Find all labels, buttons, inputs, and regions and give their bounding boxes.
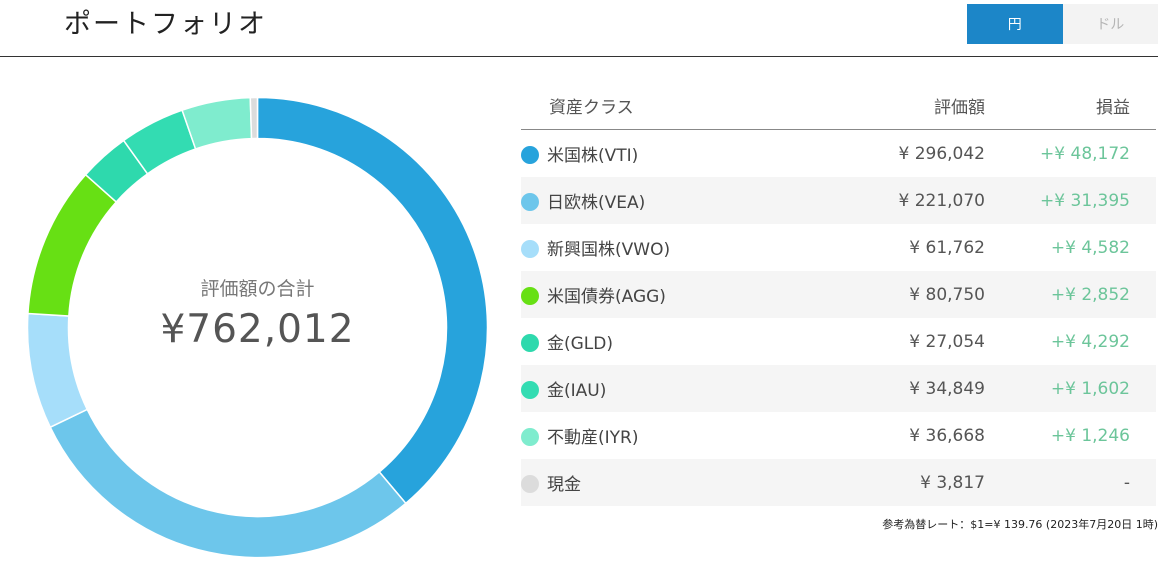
page-title: ポートフォリオ [64,9,267,40]
table-row: 金(IAU) ¥ 34,849 +¥ 1,602 [521,365,1156,412]
asset-value: ¥ 36,668 [909,425,985,446]
asset-name: 米国株(VTI) [547,146,639,166]
currency-dollar-button[interactable]: ドル [1062,4,1158,44]
asset-name: 新興国株(VWO) [547,240,671,260]
total-value-label: 評価額の合計 [200,277,315,300]
allocation-donut-chart: 評価額の合計 ¥762,012 [27,97,488,558]
asset-value: ¥ 221,070 [815,177,985,224]
holdings-table: 資産クラス 評価額 損益 米国株(VTI) ¥ 296,042 +¥ 48,172 日… [521,81,1156,506]
total-value: ¥762,012 [160,306,355,352]
legend-dot-icon [521,287,539,305]
asset-name-cell: 金(IAU) [521,365,815,412]
asset-name-cell: 現金 [521,459,815,506]
column-header-value: 評価額 [815,81,985,130]
asset-profit-loss: +¥ 1,602 [985,365,1156,412]
currency-toggle: 円 ドル [967,4,1158,44]
legend-dot-icon [521,475,539,493]
asset-profit-loss: +¥ 4,582 [1050,237,1130,258]
table-header-row: 資産クラス 評価額 損益 [521,81,1156,130]
legend-dot-icon [521,240,539,258]
asset-name-cell: 金(GLD) [521,318,815,365]
column-header-profit-loss: 損益 [985,81,1156,130]
legend-dot-icon [521,334,539,352]
asset-name: 金(IAU) [547,381,607,401]
asset-profit-loss: +¥ 48,172 [1040,143,1130,164]
asset-name: 現金 [547,475,581,495]
asset-profit-loss: +¥ 4,292 [1050,331,1130,352]
legend-dot-icon [521,193,539,211]
asset-name: 米国債券(AGG) [547,287,666,307]
asset-name-cell: 米国債券(AGG) [521,271,815,318]
exchange-rate-note: 参考為替レート：$1=¥ 139.76 (2023年7月20日 1時) [882,518,1158,531]
asset-value: ¥ 61,762 [909,237,985,258]
asset-name-cell: 日欧株(VEA) [521,177,815,224]
asset-profit-loss: +¥ 31,395 [985,177,1156,224]
asset-name-cell: 不動産(IYR) [521,412,815,459]
asset-value: ¥ 3,817 [815,459,985,506]
asset-name-cell: 米国株(VTI) [521,130,815,178]
table-row: 現金 ¥ 3,817- [521,459,1156,506]
table-row: 米国債券(AGG) ¥ 80,750 +¥ 2,852 [521,271,1156,318]
asset-value: ¥ 80,750 [815,271,985,318]
asset-name: 金(GLD) [547,334,613,354]
asset-name: 不動産(IYR) [547,428,639,448]
legend-dot-icon [521,428,539,446]
header-divider [0,56,1158,57]
legend-dot-icon [521,146,539,164]
asset-profit-loss: +¥ 1,246 [1050,425,1130,446]
asset-value: ¥ 34,849 [815,365,985,412]
currency-yen-button[interactable]: 円 [967,4,1063,44]
asset-profit-loss: - [985,459,1156,506]
asset-value: ¥ 27,054 [909,331,985,352]
table-row: 米国株(VTI) ¥ 296,042 +¥ 48,172 [521,130,1156,178]
legend-dot-icon [521,381,539,399]
donut-center: 評価額の合計 ¥762,012 [27,97,488,558]
asset-value: ¥ 296,042 [898,143,985,164]
asset-profit-loss: +¥ 2,852 [985,271,1156,318]
table-row: 不動産(IYR) ¥ 36,668 +¥ 1,246 [521,412,1156,459]
asset-name: 日欧株(VEA) [547,193,646,213]
table-row: 日欧株(VEA) ¥ 221,070 +¥ 31,395 [521,177,1156,224]
table-row: 新興国株(VWO) ¥ 61,762 +¥ 4,582 [521,224,1156,271]
table-row: 金(GLD) ¥ 27,054 +¥ 4,292 [521,318,1156,365]
asset-name-cell: 新興国株(VWO) [521,224,815,271]
column-header-asset-class: 資産クラス [521,81,815,130]
